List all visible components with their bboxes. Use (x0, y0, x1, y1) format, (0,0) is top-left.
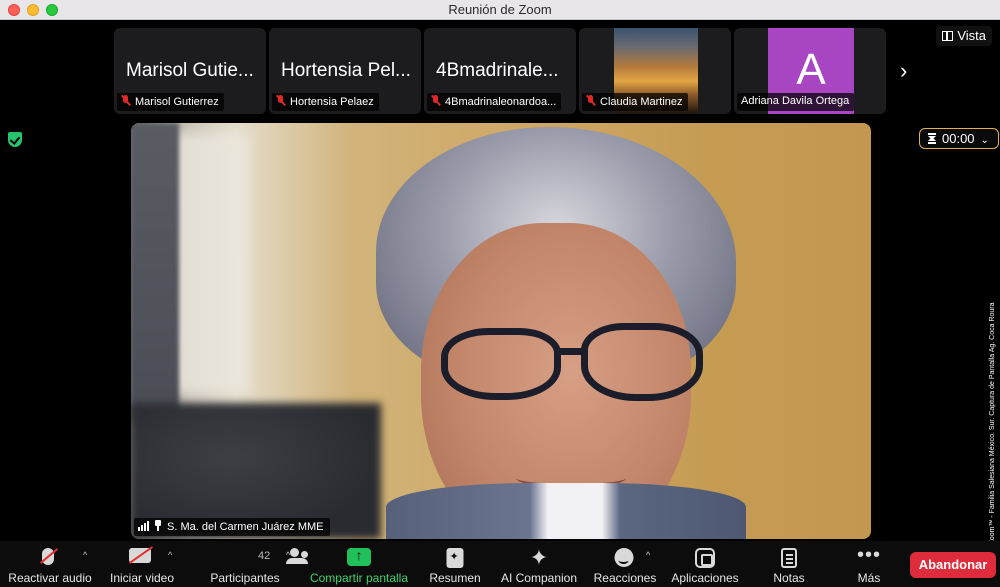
participant-label: Marisol Gutierrez (117, 93, 224, 111)
mic-slash-icon (39, 548, 59, 564)
camera-slash-icon (128, 546, 154, 564)
mic-muted-icon (121, 95, 130, 106)
mic-muted-icon (276, 95, 285, 106)
summary-button[interactable]: Resumen (425, 544, 485, 586)
view-button[interactable]: Vista (936, 26, 992, 46)
hourglass-icon (928, 133, 936, 144)
participant-display-name: Hortensia Pel... (281, 60, 411, 81)
chevron-down-icon: ⌄ (980, 135, 989, 146)
participant-label: Adriana Davila Ortega (737, 93, 855, 111)
participant-display-name: Marisol Gutie... (126, 60, 254, 81)
participant-tile[interactable]: Marisol Gutie... Marisol Gutierrez (114, 28, 266, 114)
signal-strength-icon (138, 521, 150, 531)
participant-name: Marisol Gutierrez (135, 96, 219, 108)
share-screen-icon (347, 547, 371, 566)
apps-label: Aplicaciones (671, 571, 739, 585)
summary-label: Resumen (429, 571, 481, 585)
participant-count: 42 (258, 550, 271, 562)
share-screen-label: Compartir pantalla (309, 571, 409, 585)
participant-display-name: 4Bmadrinale... (436, 60, 559, 81)
photo-credit: Cortesía © Zoom™ - Familia Salesiana Méx… (989, 250, 999, 580)
start-video-button[interactable]: ^ Iniciar video (102, 544, 182, 586)
meeting-timer[interactable]: 00:00 ⌄ (919, 128, 999, 149)
participant-label: 4Bmadrinaleonardoa... (427, 93, 562, 111)
pin-icon (154, 520, 162, 531)
timer-value: 00:00 (942, 131, 975, 146)
view-button-label: Vista (957, 28, 986, 43)
security-shield-icon[interactable] (8, 132, 22, 147)
participant-label: Hortensia Pelaez (272, 93, 379, 111)
camera-icon (128, 546, 154, 564)
video-options-chevron-icon[interactable]: ^ (168, 550, 172, 560)
participants-button[interactable]: 42 ^ Participantes (200, 544, 290, 586)
participant-label: Claudia Martinez (582, 93, 688, 111)
mic-muted-icon (586, 95, 595, 106)
notes-button[interactable]: Notas (766, 544, 812, 586)
active-speaker-video[interactable]: S. Ma. del Carmen Juárez MME (131, 123, 871, 539)
ai-companion-label: AI Companion (500, 571, 578, 585)
apps-button[interactable]: Aplicaciones (668, 544, 742, 586)
window-titlebar: Reunión de Zoom (0, 0, 1000, 20)
audio-options-chevron-icon[interactable]: ^ (83, 550, 87, 560)
participant-tile[interactable]: 4Bmadrinale... 4Bmadrinaleonardoa... (424, 28, 576, 114)
meeting-toolbar: ^ Reactivar audio ^ Iniciar video 42 ^ P… (0, 541, 1000, 587)
participant-tile[interactable]: Claudia Martinez (579, 28, 731, 114)
unmute-audio-button[interactable]: ^ Reactivar audio (4, 544, 96, 586)
microphone-icon (39, 548, 59, 565)
apps-icon (695, 548, 715, 568)
video-label: Iniciar video (109, 571, 175, 585)
next-page-arrow-icon[interactable]: › (900, 58, 907, 84)
participant-tile[interactable]: Hortensia Pel... Hortensia Pelaez (269, 28, 421, 114)
glasses-lens-left (441, 328, 561, 400)
ai-companion-button[interactable]: ✦ AI Companion (498, 544, 580, 586)
participant-name: 4Bmadrinaleonardoa... (445, 96, 557, 108)
glasses-lens-right (581, 323, 703, 401)
glasses-bridge (556, 348, 586, 355)
speaker-name: S. Ma. del Carmen Juárez MME (167, 521, 324, 533)
participants-label: Participantes (210, 571, 280, 585)
photo-credit-text: Cortesía © Zoom™ - Familia Salesiana Méx… (989, 302, 996, 580)
audio-label: Reactivar audio (8, 571, 92, 585)
more-label: Más (857, 571, 881, 585)
participant-name: Adriana Davila Ortega (741, 95, 850, 107)
speaker-shirt (386, 483, 746, 539)
participant-tile[interactable]: A Adriana Davila Ortega (734, 28, 886, 114)
summary-document-icon (446, 548, 464, 568)
smile-icon (614, 548, 634, 567)
speaker-person (346, 123, 766, 539)
share-screen-button[interactable]: Compartir pantalla (306, 544, 412, 586)
more-dots-icon: ••• (856, 544, 882, 566)
participants-options-chevron-icon[interactable]: ^ (286, 550, 290, 560)
background-window-light (171, 133, 251, 393)
notes-label: Notas (773, 571, 805, 585)
notes-icon (781, 548, 797, 568)
window-title: Reunión de Zoom (448, 2, 552, 17)
leave-meeting-button[interactable]: Abandonar (910, 552, 996, 578)
participant-name: Claudia Martinez (600, 96, 683, 108)
background-monitor (131, 123, 179, 423)
mic-muted-icon (431, 95, 440, 106)
reactions-options-chevron-icon[interactable]: ^ (646, 550, 650, 560)
sparkle-icon: ✦ (529, 545, 549, 570)
view-layout-icon (942, 31, 954, 41)
reactions-label: Reacciones (593, 571, 657, 585)
avatar-initial: A (796, 45, 826, 94)
more-button[interactable]: ••• Más (848, 544, 890, 586)
speaker-name-label: S. Ma. del Carmen Juárez MME (134, 518, 330, 536)
participant-name: Hortensia Pelaez (290, 96, 374, 108)
reactions-button[interactable]: ^ Reacciones (590, 544, 660, 586)
